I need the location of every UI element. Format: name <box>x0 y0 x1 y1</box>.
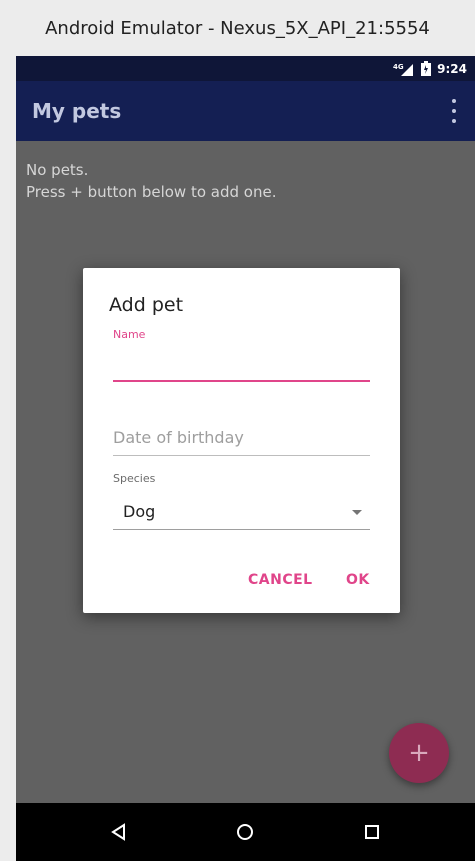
add-pet-fab[interactable]: + <box>389 723 449 783</box>
add-pet-dialog: Add pet Name Species Dog CANCEL OK <box>83 268 400 613</box>
battery-icon <box>421 61 432 76</box>
empty-state-line1: No pets. <box>26 161 89 179</box>
cancel-button[interactable]: CANCEL <box>248 572 313 588</box>
status-time: 9:24 <box>437 61 467 76</box>
ok-button[interactable]: OK <box>346 572 370 588</box>
window-title: Android Emulator - Nexus_5X_API_21:5554 <box>45 17 430 39</box>
empty-state-line2: Press + button below to add one. <box>26 183 277 201</box>
signal-icon: 4G <box>393 62 415 76</box>
network-type: 4G <box>393 63 404 71</box>
birthday-input[interactable] <box>113 420 370 456</box>
device-screen: 4G 9:24 My pets No pets. Press + button … <box>16 56 475 861</box>
status-bar: 4G 9:24 <box>16 56 475 81</box>
dialog-title: Add pet <box>109 294 184 316</box>
app-bar: My pets <box>16 81 475 141</box>
app-title: My pets <box>32 99 122 123</box>
species-label: Species <box>113 472 156 485</box>
navigation-bar <box>16 803 475 861</box>
name-input[interactable] <box>113 348 370 382</box>
species-select[interactable]: Dog <box>113 494 370 530</box>
back-icon[interactable] <box>99 812 139 852</box>
dropdown-arrow-icon <box>352 510 362 515</box>
plus-icon: + <box>408 738 430 768</box>
species-selected-value: Dog <box>123 502 156 521</box>
home-icon[interactable] <box>225 812 265 852</box>
overflow-menu-icon[interactable] <box>447 99 461 123</box>
name-label: Name <box>113 328 146 341</box>
recents-icon[interactable] <box>352 812 392 852</box>
window-title-bar: Android Emulator - Nexus_5X_API_21:5554 <box>0 0 475 56</box>
empty-state-message: No pets. Press + button below to add one… <box>26 159 276 203</box>
